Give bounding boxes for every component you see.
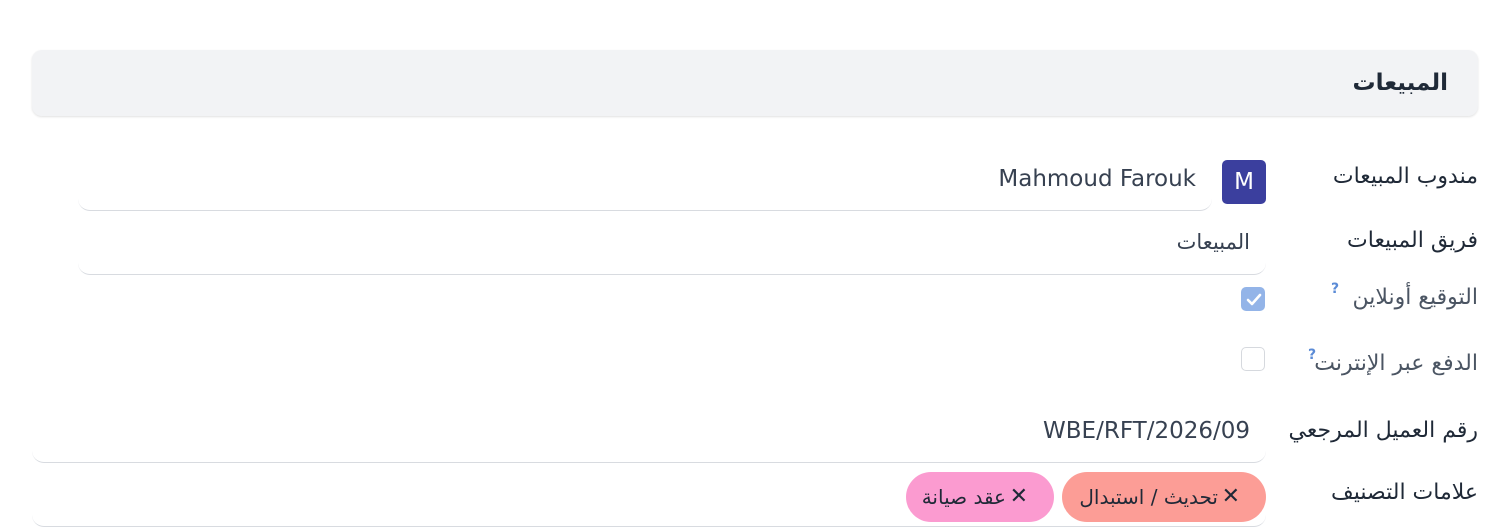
sales-team-value: المبيعات xyxy=(1176,230,1250,254)
salesperson-label: مندوب المبيعات xyxy=(1332,164,1478,189)
salesperson-avatar[interactable]: M xyxy=(1222,160,1266,204)
online-signature-checkbox[interactable] xyxy=(1241,287,1265,311)
tags-label: علامات التصنيف xyxy=(1330,480,1478,505)
remove-tag-icon[interactable]: ✕ xyxy=(1010,472,1028,522)
tag-label: تحديث / استبدال xyxy=(1079,485,1218,509)
salesperson-field[interactable]: Mahmoud Farouk xyxy=(78,150,1212,211)
online-signature-help-icon[interactable]: ? xyxy=(1331,281,1339,297)
online-payment-help-icon[interactable]: ? xyxy=(1308,347,1316,363)
customer-reference-label: رقم العميل المرجعي xyxy=(1288,418,1478,443)
online-payment-checkbox[interactable] xyxy=(1241,347,1265,371)
salesperson-value: Mahmoud Farouk xyxy=(998,166,1196,192)
sales-section-header: المبيعات xyxy=(32,50,1478,116)
sales-team-label: فريق المبيعات xyxy=(1347,228,1478,253)
checkmark-icon xyxy=(1246,293,1262,306)
sales-team-field[interactable]: المبيعات xyxy=(78,216,1266,275)
tag-label: عقد صيانة xyxy=(921,485,1006,509)
remove-tag-icon[interactable]: ✕ xyxy=(1222,472,1240,522)
customer-reference-value: WBE/RFT/2026/09 xyxy=(1043,418,1250,444)
tag-chip[interactable]: ✕ تحديث / استبدال xyxy=(1062,472,1266,522)
customer-reference-field[interactable]: WBE/RFT/2026/09 xyxy=(32,404,1266,463)
section-title: المبيعات xyxy=(1352,70,1448,96)
online-signature-label: التوقيع أونلاين xyxy=(1352,285,1478,310)
online-payment-label: الدفع عبر الإنترنت xyxy=(1314,351,1478,376)
tag-chip[interactable]: ✕ عقد صيانة xyxy=(906,472,1054,522)
